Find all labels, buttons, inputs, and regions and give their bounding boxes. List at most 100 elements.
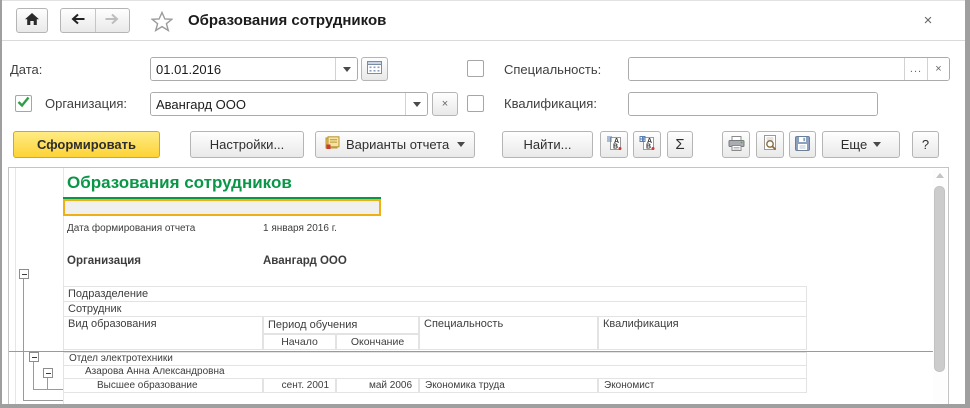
minus-icon	[46, 373, 51, 374]
collapse-group-button-org[interactable]	[19, 269, 29, 279]
close-button[interactable]: ×	[918, 10, 938, 30]
date-label: Дата:	[10, 62, 43, 77]
report-window: Образования сотрудников × Дата: Специаль…	[0, 0, 970, 408]
window-border-top	[0, 0, 970, 1]
scroll-up-arrow-icon[interactable]	[936, 173, 944, 178]
window-border-bottom	[0, 404, 970, 408]
report-title: Образования сотрудников	[67, 173, 292, 192]
collapse-groups-icon: AB	[639, 135, 656, 154]
group-row-person: Азарова Анна Александровна	[63, 365, 807, 379]
col-period-group: Период обучения Начало Окончание	[263, 316, 419, 350]
report-variants-button[interactable]: Варианты отчета	[315, 131, 475, 158]
col-start: Начало	[263, 334, 336, 350]
back-arrow-icon	[70, 12, 86, 30]
report-org-label: Организация	[67, 255, 141, 267]
chevron-down-icon	[873, 142, 882, 147]
ellipsis-icon: ...	[909, 63, 923, 75]
preview-icon	[762, 135, 778, 154]
group-tree-line	[23, 279, 24, 400]
col-specialty: Специальность	[419, 316, 598, 350]
group-tree-line	[33, 362, 34, 389]
specialty-select-button[interactable]: ...	[904, 58, 927, 80]
favorites-star-icon[interactable]	[150, 10, 175, 33]
chevron-down-icon	[457, 142, 465, 147]
generate-button[interactable]: Сформировать	[13, 131, 160, 158]
generate-button-label: Сформировать	[36, 137, 137, 152]
expand-groups-button[interactable]: AB	[600, 131, 628, 158]
collapse-group-button-department[interactable]	[29, 352, 39, 362]
group-row-department: Отдел электротехники	[63, 352, 807, 366]
specialty-input[interactable]	[629, 58, 904, 80]
window-border-left	[0, 0, 2, 408]
help-button[interactable]: ?	[912, 131, 939, 158]
more-button-label: Еще	[840, 137, 868, 152]
svg-text:B: B	[613, 144, 618, 151]
home-button[interactable]	[16, 8, 48, 33]
totals-sigma-button[interactable]: Σ	[667, 131, 693, 158]
chevron-down-icon	[342, 66, 351, 72]
save-floppy-icon	[795, 135, 810, 154]
data-row: Высшее образование сент. 2001 май 2006 Э…	[63, 378, 807, 393]
find-button-label: Найти...	[523, 137, 572, 152]
cell-education: Высшее образование	[63, 378, 263, 393]
col-qualification: Квалификация	[598, 316, 807, 350]
generated-date-label: Дата формирования отчета	[67, 223, 196, 234]
col-period: Период обучения	[263, 316, 419, 334]
qualification-input[interactable]	[629, 93, 877, 115]
group-tree-line	[47, 378, 48, 389]
organization-input[interactable]	[151, 93, 405, 115]
collapse-group-button-person[interactable]	[43, 368, 53, 378]
checkmark-icon	[17, 95, 30, 113]
group-department-cell: Отдел электротехники	[63, 352, 807, 366]
specialty-checkbox[interactable]	[467, 60, 484, 77]
close-icon: ×	[923, 11, 933, 29]
organization-input-group	[150, 92, 428, 116]
vertical-scrollbar[interactable]	[933, 169, 947, 403]
back-button[interactable]	[61, 9, 96, 32]
report-viewport: Образования сотрудников Дата формировани…	[8, 167, 949, 405]
organization-checkbox[interactable]	[15, 95, 32, 112]
find-button[interactable]: Найти...	[502, 131, 593, 158]
calendar-icon	[367, 61, 382, 77]
subdivision-header-cell: Подразделение	[63, 286, 807, 302]
home-icon	[24, 12, 40, 29]
date-calendar-button[interactable]	[361, 57, 388, 81]
table-header-row: Вид образования Период обучения Начало О…	[63, 316, 807, 350]
group-person-cell: Азарова Анна Александровна	[63, 365, 807, 379]
organization-dropdown-button[interactable]	[405, 93, 427, 115]
date-input-group	[150, 57, 358, 81]
organization-clear-button[interactable]: ×	[432, 92, 458, 116]
qualification-label: Квалификация:	[504, 96, 597, 111]
selected-cell[interactable]	[63, 199, 381, 216]
date-input[interactable]	[151, 58, 335, 80]
header-separator	[2, 40, 965, 41]
group-tree-line	[33, 389, 63, 390]
collapse-groups-button[interactable]: AB	[633, 131, 661, 158]
print-button[interactable]	[722, 131, 750, 158]
clear-x-icon: ×	[441, 98, 449, 110]
page-title: Образования сотрудников	[188, 12, 387, 29]
date-dropdown-button[interactable]	[335, 58, 357, 80]
history-nav-group	[60, 8, 130, 33]
expand-groups-icon: AB	[606, 135, 623, 154]
forward-arrow-icon	[104, 12, 120, 30]
employee-header-cell: Сотрудник	[63, 301, 807, 317]
settings-button[interactable]: Настройки...	[190, 131, 304, 158]
report-variant-icon	[325, 136, 340, 153]
specialty-clear-button[interactable]: ×	[927, 58, 949, 80]
forward-button[interactable]	[96, 9, 130, 32]
scrollbar-thumb[interactable]	[934, 186, 945, 372]
table-row: Подразделение	[63, 286, 807, 302]
minus-icon	[32, 357, 37, 358]
help-button-label: ?	[921, 137, 930, 152]
margin-divider	[15, 168, 16, 404]
sigma-icon: Σ	[675, 136, 685, 153]
clear-x-icon: ×	[935, 63, 942, 75]
more-button[interactable]: Еще	[822, 131, 900, 158]
specialty-input-group: ... ×	[628, 57, 950, 81]
col-education: Вид образования	[63, 316, 263, 350]
preview-button[interactable]	[756, 131, 784, 158]
group-tree-line	[23, 400, 63, 401]
qualification-checkbox[interactable]	[467, 95, 484, 112]
save-button[interactable]	[789, 131, 816, 158]
